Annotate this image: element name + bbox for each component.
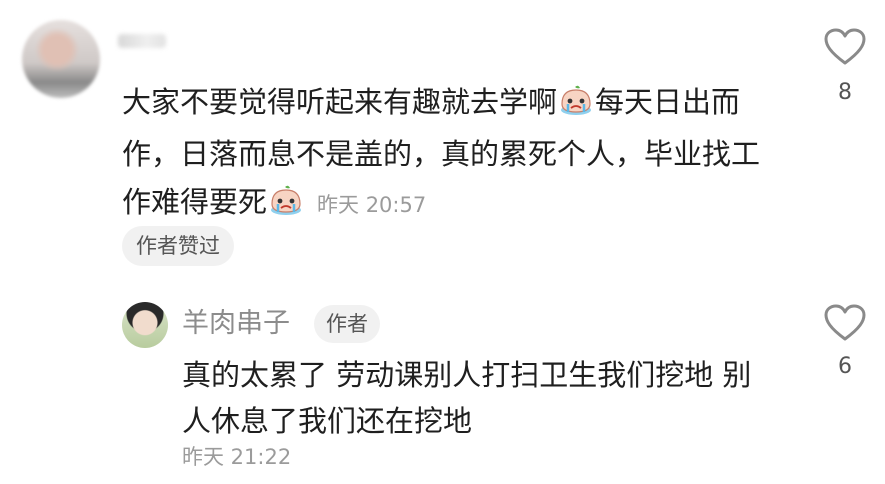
crying-face-emoji	[268, 182, 304, 230]
reply-like-button[interactable]	[824, 304, 866, 346]
heart-outline-icon[interactable]	[824, 304, 866, 342]
comment-like-button[interactable]	[824, 28, 866, 70]
author-liked-badge: 作者赞过	[122, 226, 234, 266]
reply-timestamp: 昨天 21:22	[182, 445, 292, 469]
author-badge: 作者	[314, 305, 380, 343]
crying-face-emoji	[558, 82, 594, 130]
heart-outline-icon[interactable]	[824, 28, 866, 66]
comment-text-part-1: 大家不要觉得听起来有趣就去学啊	[122, 85, 558, 119]
reply-like-count: 6	[838, 354, 852, 379]
comment-body: 大家不要觉得听起来有趣就去学啊 每天日出而作，日落而息不是盖的，真的累死个人，毕业…	[122, 78, 762, 230]
reply-avatar[interactable]	[122, 302, 168, 348]
commenter-avatar[interactable]	[22, 20, 100, 98]
reply-body: 真的太累了 劳动课别人打扫卫生我们挖地 别人休息了我们还在挖地	[182, 358, 752, 438]
reply-username[interactable]: 羊肉串子	[182, 304, 290, 344]
commenter-name-redacted[interactable]	[118, 34, 166, 48]
comment-like-count: 8	[838, 80, 852, 105]
comment-timestamp: 昨天 20:57	[317, 193, 427, 217]
